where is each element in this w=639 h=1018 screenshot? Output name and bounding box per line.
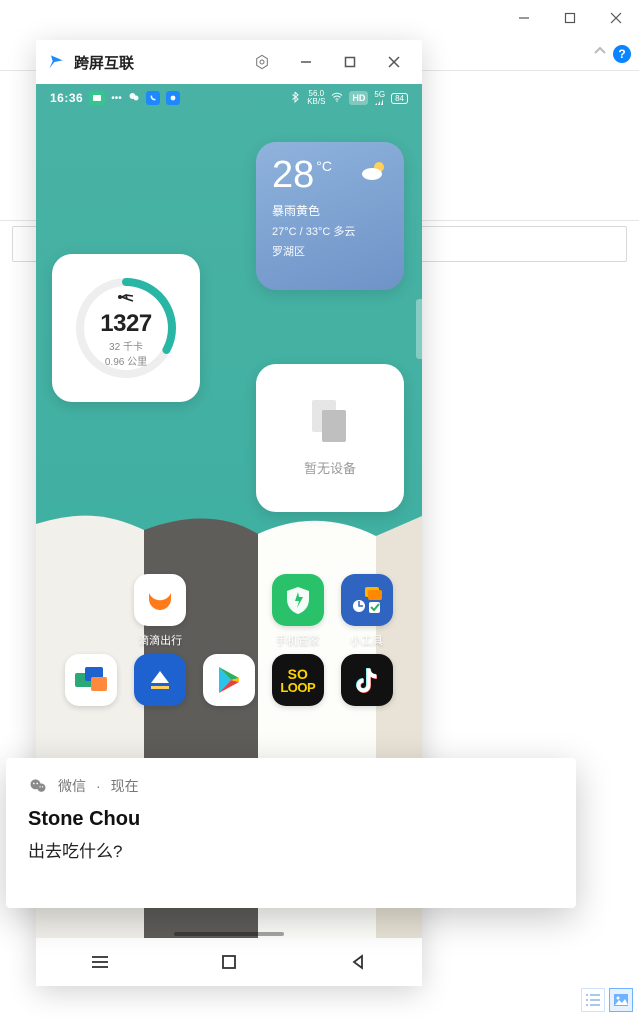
weather-widget[interactable]: 28 °C 暴雨黄色 27°C / 33°C 多云 罗湖区	[256, 142, 404, 290]
device-widget[interactable]: 暂无设备	[256, 364, 404, 512]
steps-count: 1327	[100, 310, 151, 338]
app-close-button[interactable]	[376, 40, 412, 84]
douyin-icon	[353, 665, 381, 695]
outer-window-help-area: ?	[593, 44, 631, 63]
nav-home-button[interactable]	[165, 938, 294, 986]
weather-district: 罗湖区	[272, 243, 388, 259]
weather-temp: 28	[272, 156, 314, 194]
app-title: 跨屏互联	[74, 52, 134, 73]
collapse-chevron-icon[interactable]	[593, 44, 607, 63]
app-soloop[interactable]: SO LOOP	[264, 654, 331, 706]
steps-dist: 0.96 公里	[105, 353, 147, 368]
weather-alert: 暴雨黄色	[272, 202, 388, 219]
app-titlebar: 跨屏互联	[36, 40, 422, 84]
didi-icon	[143, 583, 177, 617]
tiles-icon	[73, 665, 109, 695]
notif-sep: ·	[96, 778, 101, 794]
status-wifi-icon	[331, 91, 343, 106]
status-battery-icon: 84	[391, 93, 408, 104]
view-toggle-group	[581, 988, 633, 1012]
help-button[interactable]: ?	[613, 45, 631, 63]
list-view-button[interactable]	[581, 988, 605, 1012]
status-record-badge	[89, 91, 105, 105]
app-settings-button[interactable]	[244, 40, 280, 84]
device-cards-icon	[312, 400, 348, 444]
nav-back-button[interactable]	[293, 938, 422, 986]
status-wechat-icon	[128, 91, 140, 106]
status-5g-label: 5G	[374, 91, 385, 105]
app-launcher[interactable]	[127, 654, 194, 706]
app-play-store[interactable]	[196, 654, 263, 706]
outer-maximize-button[interactable]	[547, 0, 593, 36]
walk-icon	[119, 289, 133, 310]
status-bluetooth-icon	[289, 91, 301, 106]
app-didi[interactable]: 滴滴出行	[127, 574, 194, 648]
app-label: 手机管家	[276, 632, 320, 648]
app-grid: 滴滴出行 手机管家 小工具	[36, 574, 422, 706]
weather-degree-unit: °C	[316, 158, 332, 174]
soloop-bot: LOOP	[280, 681, 315, 694]
app-logo-icon	[46, 52, 66, 72]
notif-message: 出去吃什么?	[28, 837, 554, 862]
scroll-indicator[interactable]	[416, 299, 422, 359]
status-app-badge-icon	[166, 91, 180, 105]
status-call-badge-icon	[146, 91, 160, 105]
outer-minimize-button[interactable]	[501, 0, 547, 36]
steps-cal: 32 千卡	[109, 338, 143, 353]
notif-app-name: 微信	[58, 776, 86, 796]
soloop-top: SO	[288, 667, 308, 681]
phone-status-bar: 16:36 ••• 56.0	[36, 84, 422, 112]
status-hd-badge: HD	[349, 91, 368, 105]
app-douyin[interactable]	[333, 654, 400, 706]
notif-time: 现在	[111, 776, 139, 796]
notification-card[interactable]: 微信 · 现在 Stone Chou 出去吃什么?	[6, 758, 576, 908]
app-minimize-button[interactable]	[288, 40, 324, 84]
app-widgets[interactable]: 小工具	[333, 574, 400, 648]
status-dots-icon: •••	[111, 93, 122, 104]
device-widget-label: 暂无设备	[304, 458, 356, 477]
play-store-icon	[215, 665, 243, 695]
status-time: 16:36	[50, 91, 83, 105]
up-arrow-icon	[147, 667, 173, 693]
app-phone-manager[interactable]: 手机管家	[264, 574, 331, 648]
outer-close-button[interactable]	[593, 0, 639, 36]
shield-icon	[285, 585, 311, 615]
app-label: 小工具	[350, 632, 383, 648]
widgets-icon	[350, 583, 384, 617]
wechat-icon	[28, 776, 48, 796]
weather-cloud-icon	[360, 160, 388, 187]
thumb-view-button[interactable]	[609, 988, 633, 1012]
steps-widget[interactable]: 1327 32 千卡 0.96 公里	[52, 254, 200, 402]
app-label: 滴滴出行	[138, 632, 182, 648]
weather-range: 27°C / 33°C 多云	[272, 223, 388, 239]
phone-nav-bar	[36, 938, 422, 986]
status-net-speed: 56.0 KB/S	[307, 90, 325, 106]
app-tiles[interactable]	[58, 654, 125, 706]
notif-sender: Stone Chou	[28, 808, 554, 831]
nav-recents-button[interactable]	[36, 938, 165, 986]
gesture-indicator[interactable]	[174, 932, 284, 936]
outer-window-titlebar	[0, 0, 639, 36]
app-maximize-button[interactable]	[332, 40, 368, 84]
